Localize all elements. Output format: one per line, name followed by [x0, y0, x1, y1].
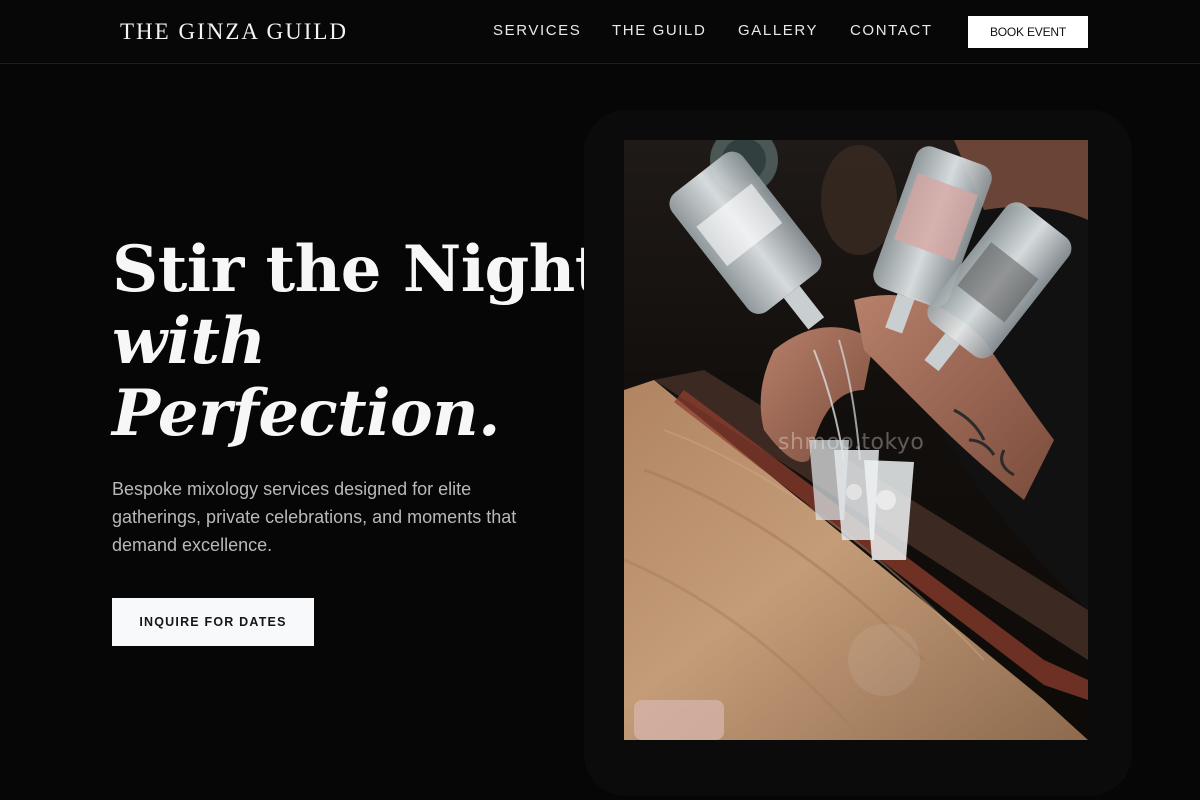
site-header: THE GINZA GUILD SERVICES THE GUILD GALLE…	[0, 0, 1200, 64]
hero-title-line-3: Perfection.	[112, 376, 500, 451]
book-event-button[interactable]: BOOK EVENT	[968, 16, 1088, 48]
hero-title-line-2: with	[112, 304, 266, 379]
nav-link-the-guild[interactable]: THE GUILD	[612, 22, 706, 40]
inquire-for-dates-button[interactable]: INQUIRE FOR DATES	[112, 598, 314, 646]
nav-link-services[interactable]: SERVICES	[493, 22, 581, 40]
hero-photo: shmoo.tokyo	[624, 140, 1088, 740]
nav-link-gallery[interactable]: GALLERY	[738, 22, 818, 40]
hero-title-line-1: Stir the Night	[112, 232, 604, 307]
hero-title: Stir the Night with Perfection.	[112, 232, 604, 451]
brand-logo[interactable]: THE GINZA GUILD	[120, 18, 348, 46]
nav-link-contact[interactable]: CONTACT	[850, 22, 933, 40]
photo-watermark: shmoo.tokyo	[778, 430, 925, 455]
hero-subtitle: Bespoke mixology services designed for e…	[112, 479, 517, 555]
